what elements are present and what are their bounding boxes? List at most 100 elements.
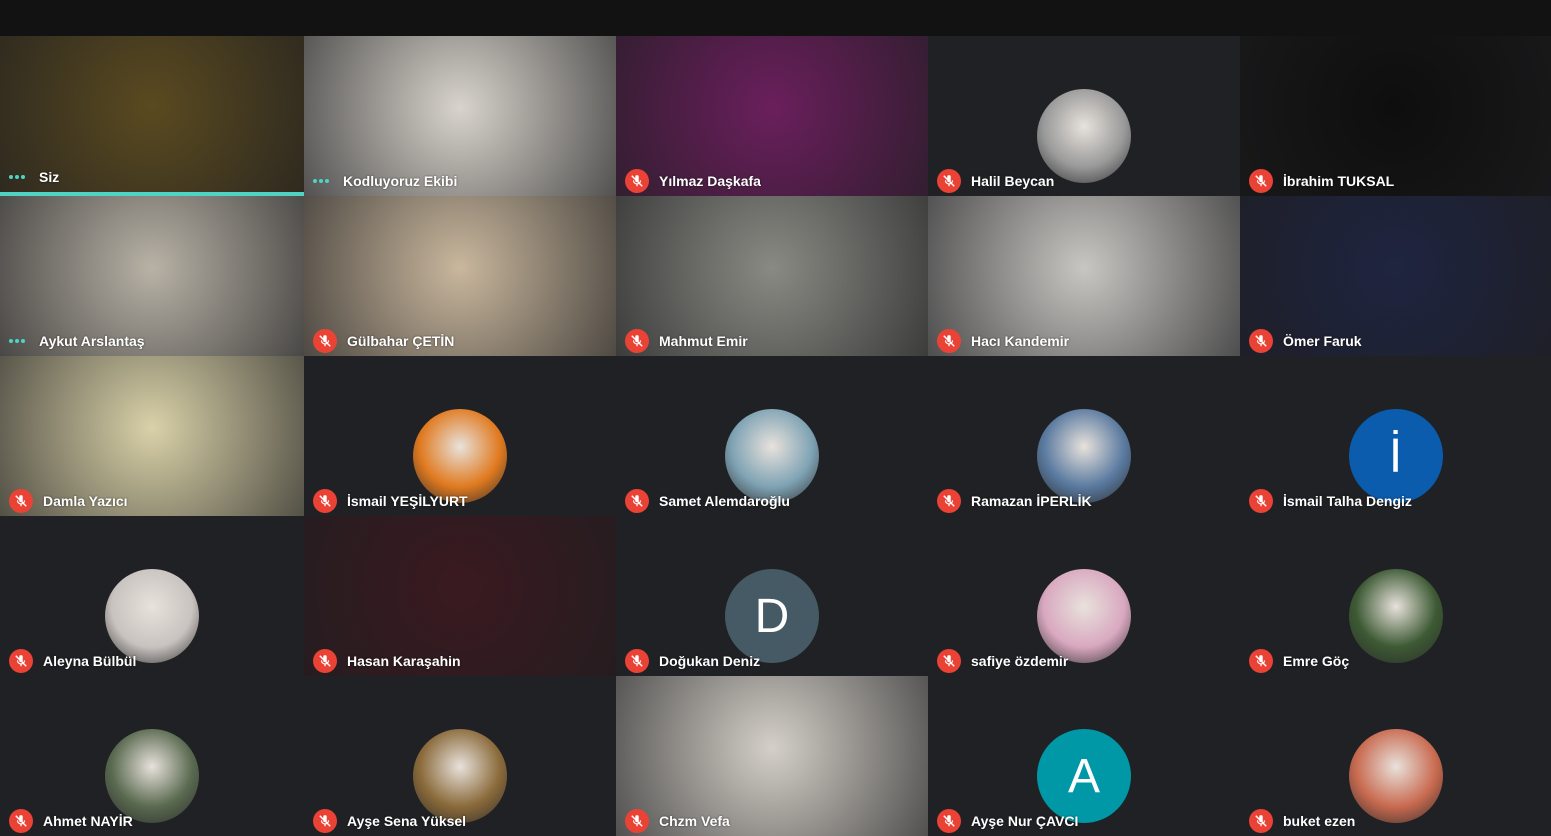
participant-label: Yılmaz Daşkafa (616, 166, 761, 196)
participant-tile[interactable]: Chzm Vefa (616, 676, 928, 836)
participant-name: Damla Yazıcı (43, 493, 128, 509)
participant-tile[interactable]: Ömer Faruk (1240, 196, 1551, 356)
participant-label: Ahmet NAYİR (0, 806, 133, 836)
participant-name: İsmail Talha Dengiz (1283, 493, 1412, 509)
mic-muted-icon (937, 329, 961, 353)
participant-tile[interactable]: buket ezen (1240, 676, 1551, 836)
participant-name: Emre Göç (1283, 653, 1350, 669)
audio-activity-icon (5, 165, 29, 189)
mic-muted-icon (937, 809, 961, 833)
avatar-letter: İ (1388, 429, 1403, 483)
participant-label: Kodluyoruz Ekibi (304, 166, 457, 196)
participant-label: İsmail YEŞİLYURT (304, 486, 468, 516)
mic-muted-icon (937, 649, 961, 673)
mic-muted-icon (625, 169, 649, 193)
participant-tile[interactable]: Aleyna Bülbül (0, 516, 304, 676)
mic-muted-icon (313, 809, 337, 833)
participant-tile[interactable]: D Doğukan Deniz (616, 516, 928, 676)
participant-tile[interactable]: Ramazan İPERLİK (928, 356, 1240, 516)
mic-muted-icon (9, 649, 33, 673)
avatar-letter: D (754, 589, 790, 643)
participant-name: Siz (39, 169, 60, 185)
participant-tile[interactable]: Hacı Kandemir (928, 196, 1240, 356)
participant-name: Doğukan Deniz (659, 653, 761, 669)
participant-label: Mahmut Emir (616, 326, 748, 356)
participant-name: Mahmut Emir (659, 333, 748, 349)
participant-name: Ömer Faruk (1283, 333, 1362, 349)
participant-label: Emre Göç (1240, 646, 1349, 676)
participant-name: buket ezen (1283, 813, 1356, 829)
participant-name: Kodluyoruz Ekibi (343, 173, 458, 189)
participant-tile[interactable]: Hasan Karaşahin (304, 516, 616, 676)
mic-muted-icon (625, 329, 649, 353)
top-bar (0, 0, 1551, 36)
participant-label: Ömer Faruk (1240, 326, 1362, 356)
avatar-letter: A (1067, 749, 1100, 803)
participant-name: Aykut Arslantaş (39, 333, 145, 349)
self-video-tile[interactable]: Siz (0, 36, 304, 196)
participant-label: Gülbahar ÇETİN (304, 326, 454, 356)
participant-label: Siz (0, 162, 59, 192)
participant-tile[interactable]: Ayşe Sena Yüksel (304, 676, 616, 836)
participant-tile[interactable]: İsmail YEŞİLYURT (304, 356, 616, 516)
mic-muted-icon (313, 329, 337, 353)
participant-tile[interactable]: Damla Yazıcı (0, 356, 304, 516)
mic-muted-icon (1249, 169, 1273, 193)
mic-muted-icon (937, 169, 961, 193)
participant-name: Hasan Karaşahin (347, 653, 461, 669)
participant-label: Hasan Karaşahin (304, 646, 461, 676)
participant-name: Gülbahar ÇETİN (347, 333, 455, 349)
mic-muted-icon (1249, 809, 1273, 833)
mic-muted-icon (625, 649, 649, 673)
participant-tile[interactable]: Aykut Arslantaş (0, 196, 304, 356)
mic-muted-icon (625, 809, 649, 833)
mic-muted-icon (1249, 649, 1273, 673)
participant-label: safiye özdemir (928, 646, 1068, 676)
mic-muted-icon (9, 489, 33, 513)
participant-name: İbrahim TUKSAL (1283, 173, 1395, 189)
participant-name: Aleyna Bülbül (43, 653, 137, 669)
participant-label: İsmail Talha Dengiz (1240, 486, 1412, 516)
participant-name: Hacı Kandemir (971, 333, 1070, 349)
participant-name: Samet Alemdaroğlu (659, 493, 790, 509)
mic-muted-icon (937, 489, 961, 513)
participant-tile[interactable]: Mahmut Emir (616, 196, 928, 356)
participant-name: İsmail YEŞİLYURT (347, 493, 468, 509)
participant-tile[interactable]: Gülbahar ÇETİN (304, 196, 616, 356)
participant-tile[interactable]: Kodluyoruz Ekibi (304, 36, 616, 196)
profile-photo-avatar (1348, 569, 1443, 663)
participant-tile[interactable]: Emre Göç (1240, 516, 1551, 676)
participant-name: Halil Beycan (971, 173, 1055, 189)
audio-activity-icon (5, 329, 29, 353)
participant-name: Chzm Vefa (659, 813, 730, 829)
participant-label: Ayşe Sena Yüksel (304, 806, 466, 836)
participant-label: Ayşe Nur ÇAVCI (928, 806, 1078, 836)
participant-tile[interactable]: Ahmet NAYİR (0, 676, 304, 836)
participant-label: Aykut Arslantaş (0, 326, 145, 356)
participant-tile[interactable]: Halil Beycan (928, 36, 1240, 196)
participant-tile[interactable]: safiye özdemir (928, 516, 1240, 676)
mic-muted-icon (313, 489, 337, 513)
participant-name: Ahmet NAYİR (43, 813, 133, 829)
participant-label: Halil Beycan (928, 166, 1054, 196)
participant-label: İbrahim TUKSAL (1240, 166, 1394, 196)
participant-name: Ramazan İPERLİK (971, 493, 1092, 509)
participant-tile[interactable]: İ İsmail Talha Dengiz (1240, 356, 1551, 516)
participant-label: Aleyna Bülbül (0, 646, 136, 676)
participant-label: Doğukan Deniz (616, 646, 760, 676)
audio-activity-icon (309, 169, 333, 193)
mic-muted-icon (9, 809, 33, 833)
mic-muted-icon (1249, 329, 1273, 353)
participant-label: Hacı Kandemir (928, 326, 1069, 356)
participant-label: Damla Yazıcı (0, 486, 128, 516)
participant-tile[interactable]: Yılmaz Daşkafa (616, 36, 928, 196)
participant-name: Ayşe Nur ÇAVCI (971, 813, 1079, 829)
mic-muted-icon (313, 649, 337, 673)
profile-photo-avatar (1348, 729, 1443, 823)
participant-tile[interactable]: A Ayşe Nur ÇAVCI (928, 676, 1240, 836)
participant-tile[interactable]: Samet Alemdaroğlu (616, 356, 928, 516)
participant-tile[interactable]: İbrahim TUKSAL (1240, 36, 1551, 196)
participant-label: Ramazan İPERLİK (928, 486, 1092, 516)
participant-name: Yılmaz Daşkafa (659, 173, 761, 189)
participant-name: safiye özdemir (971, 653, 1069, 669)
